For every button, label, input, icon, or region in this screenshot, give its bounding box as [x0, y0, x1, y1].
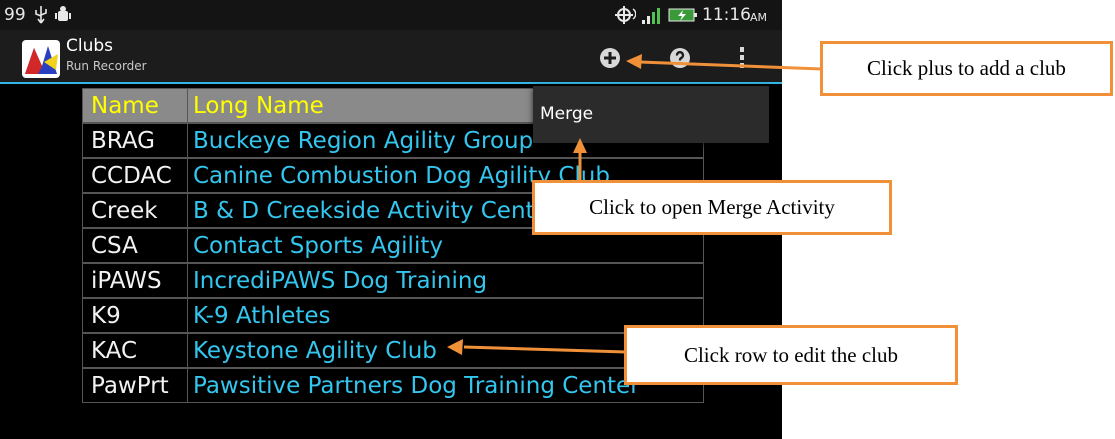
callout-add-club: Click plus to add a club	[820, 41, 1113, 96]
callout-merge: Click to open Merge Activity	[532, 180, 892, 235]
arrow-to-row	[447, 339, 627, 355]
callout-edit-club: Click row to edit the club	[624, 325, 958, 385]
arrow-to-merge	[573, 138, 587, 183]
arrow-to-add	[626, 54, 823, 71]
